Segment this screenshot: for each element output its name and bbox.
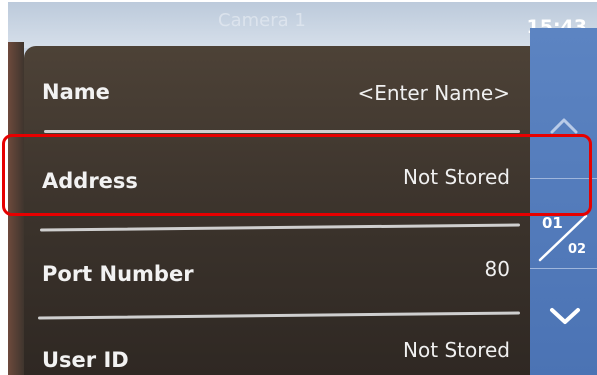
setting-label: User ID	[42, 348, 129, 372]
scroll-down-button[interactable]	[530, 276, 597, 356]
pager-divider	[530, 268, 597, 269]
setting-row-port-number[interactable]: Port Number 80	[24, 234, 530, 304]
setting-value: 80	[484, 257, 510, 281]
page-total: 02	[568, 242, 587, 257]
device-screen: Camera 1 15:43 Name <Enter Name> Address…	[8, 2, 597, 375]
setting-row-name[interactable]: Name <Enter Name>	[24, 54, 530, 124]
setting-row-address[interactable]: Address Not Stored	[24, 138, 530, 208]
chevron-up-icon	[550, 118, 578, 134]
page-indicator: 01 02	[530, 178, 597, 268]
bezel-edge	[8, 42, 24, 375]
setting-value: <Enter Name>	[357, 81, 510, 105]
chevron-down-icon	[550, 308, 580, 324]
screen-title: Camera 1	[218, 10, 306, 31]
pager-strip: 01 02	[530, 28, 597, 375]
page-slash-icon	[538, 214, 588, 262]
scroll-up-button[interactable]	[530, 88, 597, 168]
page-current: 01	[542, 214, 563, 232]
setting-value: Not Stored	[403, 338, 510, 362]
status-bar: Camera 1 15:43	[8, 2, 597, 48]
setting-label: Name	[42, 80, 110, 104]
setting-label: Address	[42, 169, 138, 193]
row-divider	[44, 130, 520, 133]
setting-label: Port Number	[42, 262, 194, 286]
setting-value: Not Stored	[403, 165, 510, 189]
setting-row-user-id[interactable]: User ID Not Stored	[24, 320, 530, 375]
